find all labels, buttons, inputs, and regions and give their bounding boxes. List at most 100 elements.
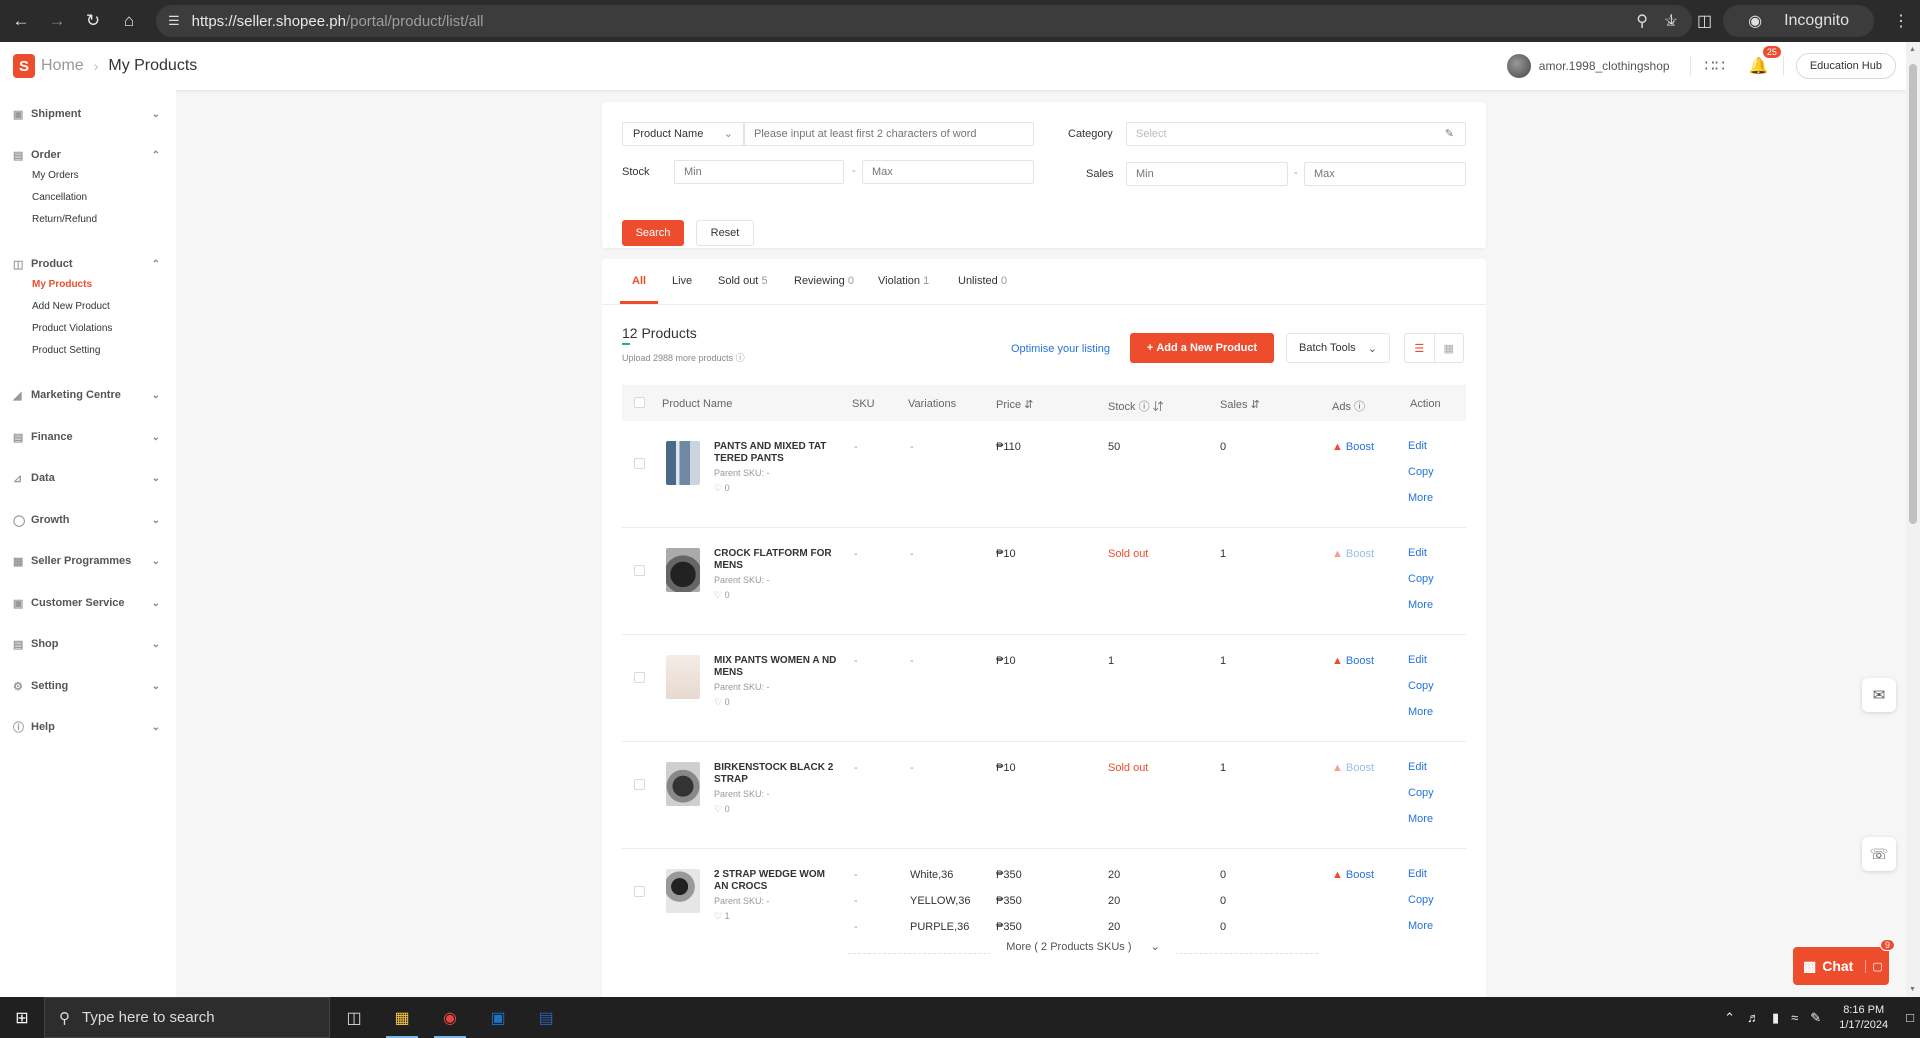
sidebar-item-setting[interactable]: ⚙ Setting ⌄	[0, 676, 176, 696]
chrome-icon[interactable]: ◉	[426, 997, 474, 1038]
pen-icon[interactable]: ✎	[1810, 1010, 1821, 1026]
sidebar-item-product-setting[interactable]: Product Setting	[0, 340, 176, 362]
row-checkbox[interactable]	[634, 886, 645, 897]
word-icon[interactable]: ▤	[522, 997, 570, 1038]
inbox-icon[interactable]: ✉	[1862, 678, 1896, 712]
tab-sold-out[interactable]: Sold out 5	[718, 275, 768, 287]
price-value[interactable]: ₱350	[996, 921, 1022, 933]
more-link[interactable]: More	[1408, 920, 1433, 932]
product-name[interactable]: CROCK FLATFORM FOR MENS	[714, 548, 838, 572]
sidebar-item-seller-programmes[interactable]: ▦ Seller Programmes ⌄	[0, 551, 176, 571]
forward-icon[interactable]: →	[42, 6, 72, 36]
page-scrollbar[interactable]: ▲ ▼	[1906, 42, 1920, 997]
sidebar-item-product-violations[interactable]: Product Violations	[0, 318, 176, 340]
row-checkbox[interactable]	[634, 565, 645, 576]
windows-start-icon[interactable]: ⊞	[0, 997, 44, 1038]
zoom-icon[interactable]: ⚲	[1636, 11, 1648, 31]
edit-link[interactable]: Edit	[1408, 654, 1427, 666]
sidebar-item-cancellation[interactable]: Cancellation	[0, 187, 176, 209]
sidebar-item-shipment[interactable]: ▣ Shipment ⌄	[0, 104, 176, 124]
breadcrumb-home[interactable]: Home	[41, 57, 84, 75]
scroll-down-arrow-icon[interactable]: ▼	[1909, 986, 1916, 993]
stock-min-input[interactable]	[674, 160, 844, 184]
more-link[interactable]: More	[1408, 599, 1433, 611]
task-view-icon[interactable]: ◫	[330, 997, 378, 1038]
more-skus-toggle[interactable]: More ( 2 Products SKUs ) ⌄	[848, 941, 1318, 967]
sidebar-item-add-new-product[interactable]: Add New Product	[0, 296, 176, 318]
row-checkbox[interactable]	[634, 672, 645, 683]
side-panel-icon[interactable]: ◫	[1697, 11, 1712, 31]
product-thumbnail[interactable]	[666, 869, 700, 913]
copy-link[interactable]: Copy	[1408, 680, 1434, 692]
search-type-select[interactable]: Product Name ⌄	[622, 122, 744, 146]
col-stock[interactable]: Stock ⓘ ⇵	[1108, 398, 1164, 414]
site-info-icon[interactable]: ☰	[168, 13, 180, 29]
scroll-up-arrow-icon[interactable]: ▲	[1909, 46, 1916, 53]
sidebar-item-shop[interactable]: ▤ Shop ⌄	[0, 634, 176, 654]
optimise-listing-link[interactable]: Optimise your listing	[1011, 343, 1110, 355]
grid-view-icon[interactable]: ▦	[1435, 334, 1464, 362]
boost-button[interactable]: ▲ Boost	[1332, 869, 1374, 881]
sidebar-item-marketing-centre[interactable]: ◢ Marketing Centre ⌄	[0, 385, 176, 405]
sales-min-input[interactable]	[1126, 162, 1288, 186]
product-name-input[interactable]	[744, 122, 1034, 146]
browser-menu-icon[interactable]: ⋮	[1893, 11, 1909, 31]
sidebar-item-my-products[interactable]: My Products	[0, 274, 176, 296]
url-text[interactable]: https://seller.shopee.ph/portal/product/…	[192, 13, 484, 30]
home-icon[interactable]: ⌂	[114, 6, 144, 36]
price-value[interactable]: ₱10	[996, 655, 1016, 667]
tab-reviewing[interactable]: Reviewing 0	[794, 275, 854, 287]
sidebar-item-customer-service[interactable]: ▣ Customer Service ⌄	[0, 593, 176, 613]
price-value[interactable]: ₱10	[996, 762, 1016, 774]
notifications-icon[interactable]: □	[1906, 1010, 1914, 1025]
row-checkbox[interactable]	[634, 458, 645, 469]
boost-button[interactable]: ▲ Boost	[1332, 655, 1374, 667]
chat-button[interactable]: ▩ Chat ▢ 9	[1793, 939, 1895, 985]
scrollbar-thumb[interactable]	[1909, 64, 1917, 524]
copy-link[interactable]: Copy	[1408, 787, 1434, 799]
address-bar[interactable]: ☰ https://seller.shopee.ph/portal/produc…	[156, 5, 1692, 37]
sidebar-item-my-orders[interactable]: My Orders	[0, 165, 176, 187]
product-name[interactable]: MIX PANTS WOMEN A ND MENS	[714, 655, 838, 679]
clock[interactable]: 8:16 PM 1/17/2024	[1839, 1003, 1888, 1033]
sidebar-item-help[interactable]: ⓘ Help ⌄	[0, 717, 176, 737]
price-value[interactable]: ₱10	[996, 548, 1016, 560]
more-link[interactable]: More	[1408, 492, 1433, 504]
question-icon[interactable]: ⓘ	[736, 353, 745, 363]
search-button[interactable]: Search	[622, 220, 684, 246]
copy-link[interactable]: Copy	[1408, 894, 1434, 906]
wifi-icon[interactable]: ≈	[1791, 1010, 1798, 1025]
select-all-checkbox[interactable]	[634, 397, 645, 408]
outlook-icon[interactable]: ▣	[474, 997, 522, 1038]
tab-live[interactable]: Live	[672, 275, 692, 287]
sidebar-item-product[interactable]: ◫ Product ⌃	[0, 254, 176, 274]
reload-icon[interactable]: ↻	[78, 6, 108, 36]
edit-link[interactable]: Edit	[1408, 440, 1427, 452]
edit-link[interactable]: Edit	[1408, 868, 1427, 880]
boost-button[interactable]: ▲ Boost	[1332, 441, 1374, 453]
batch-tools-button[interactable]: Batch Tools ⌄	[1286, 333, 1390, 363]
product-name[interactable]: PANTS AND MIXED TAT TERED PANTS	[714, 441, 838, 465]
notification-bell-icon[interactable]: 🔔 25	[1749, 46, 1781, 76]
back-icon[interactable]: ←	[6, 6, 36, 36]
volume-icon[interactable]: ♬	[1747, 1010, 1760, 1025]
list-view-icon[interactable]: ☰	[1405, 334, 1435, 362]
sidebar-item-finance[interactable]: ▤ Finance ⌄	[0, 427, 176, 447]
taskbar-search-input[interactable]: ⚲ Type here to search	[44, 997, 330, 1038]
copy-link[interactable]: Copy	[1408, 573, 1434, 585]
chevron-up-icon[interactable]: ⌃	[1724, 1010, 1735, 1026]
sidebar-item-growth[interactable]: ◯ Growth ⌄	[0, 510, 176, 530]
shopee-logo-icon[interactable]: S	[13, 54, 35, 78]
stock-value[interactable]: 1	[1108, 655, 1114, 667]
incognito-badge[interactable]: ◉ Incognito	[1723, 5, 1874, 37]
battery-icon[interactable]: ▮	[1772, 1010, 1779, 1026]
product-name[interactable]: BIRKENSTOCK BLACK 2 STRAP	[714, 762, 838, 786]
file-explorer-icon[interactable]: ▦	[378, 997, 426, 1038]
apps-grid-icon[interactable]: ∷∷	[1705, 56, 1725, 76]
sales-max-input[interactable]	[1304, 162, 1466, 186]
product-name[interactable]: 2 STRAP WEDGE WOM AN CROCS	[714, 869, 838, 893]
sidebar-item-order[interactable]: ▤ Order ⌃	[0, 145, 176, 165]
edit-link[interactable]: Edit	[1408, 547, 1427, 559]
tab-all[interactable]: All	[632, 275, 646, 287]
stock-value[interactable]: 20	[1108, 869, 1120, 881]
